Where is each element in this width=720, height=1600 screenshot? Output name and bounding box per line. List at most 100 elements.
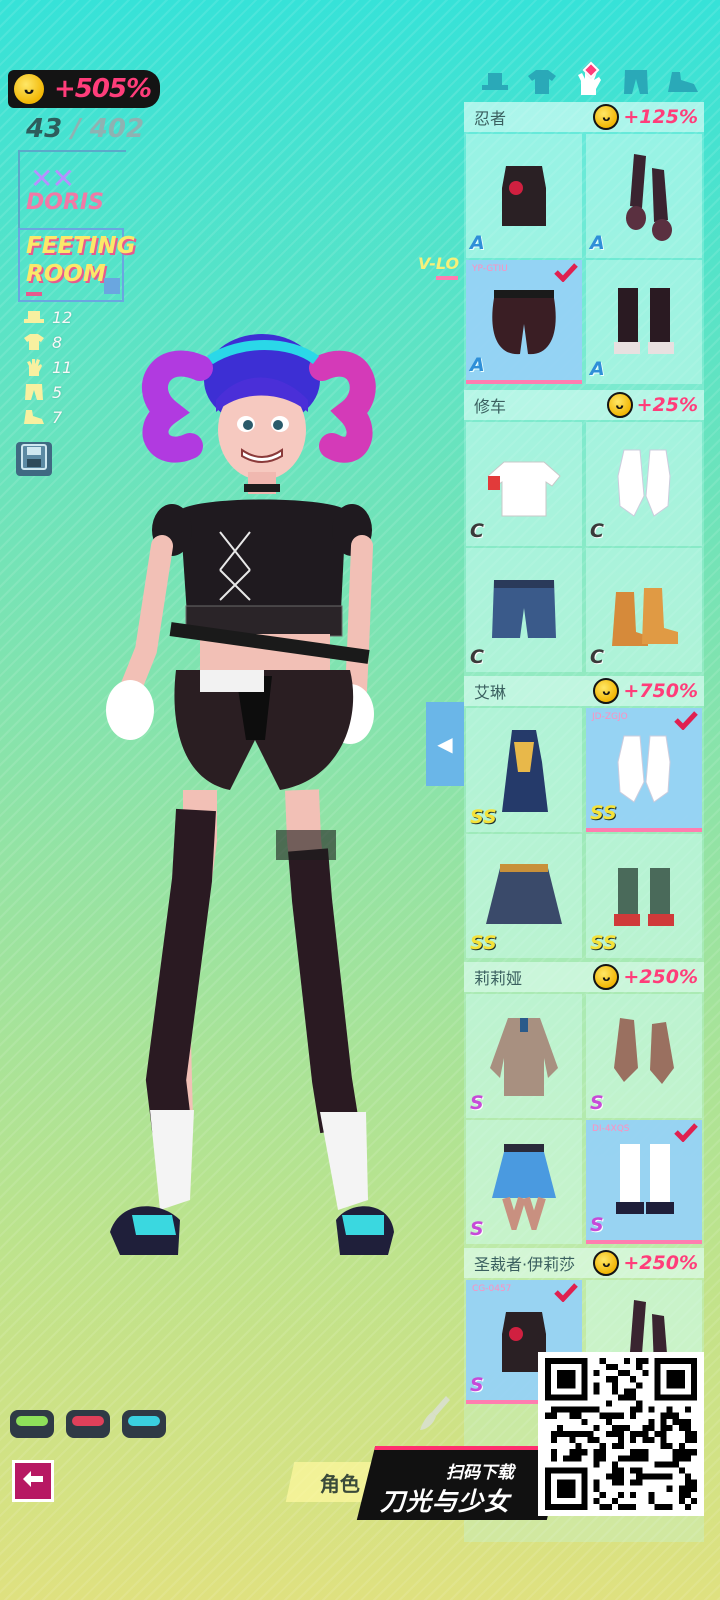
outfit-item[interactable]: YP-GTIU A [466,260,582,384]
coin-icon: ᴗ [593,1250,620,1276]
coin-icon: ᴗ [606,392,633,418]
brush-icon[interactable] [418,1394,454,1438]
outfit-item[interactable]: C [586,548,702,672]
rank-badge: A [470,354,485,376]
rank-badge: SS [590,802,617,824]
outfit-item[interactable]: C [466,548,582,672]
slot-tab-shirt[interactable] [525,68,559,100]
outfit-item-image [604,1134,684,1230]
divider [18,150,126,152]
counter-separator: / [62,114,90,144]
slot-tab-bar [478,68,700,102]
color-preset-cyan[interactable] [122,1410,166,1438]
brand-tag: V-LO [418,254,460,273]
set-header: 艾琳 ᴗ +750% [464,676,704,706]
shoe-icon [24,409,44,425]
room-bar [26,292,42,296]
outfit-item-image [484,436,564,532]
rank-badge: S [470,1092,484,1114]
coin-icon: ᴗ [593,678,620,704]
set-bonus: ᴗ +25% [606,392,698,418]
hat-icon [481,72,509,96]
rank-badge: A [590,232,605,254]
save-outfit-button[interactable] [16,442,52,476]
outfit-item[interactable]: SS [466,708,582,832]
floppy-disk-icon [21,444,47,474]
rank-badge: S [470,1374,484,1396]
outfit-item[interactable]: C [586,422,702,546]
color-preset-green[interactable] [10,1410,54,1438]
slot-tab-pants[interactable] [619,68,653,100]
set-bonus-value: +125% [623,106,698,128]
coin-icon: ᴗ [593,964,620,990]
rank-badge: S [470,1218,484,1240]
set-name: 修车 [474,397,507,416]
slot-tab-shoe[interactable] [666,68,700,100]
outfit-item[interactable]: S [586,994,702,1118]
shirt-icon [24,334,44,350]
outfit-item[interactable]: C [466,422,582,546]
rank-badge: SS [590,932,617,954]
download-banner-title: 刀光与少女 [380,1487,511,1516]
set-bonus-value: +750% [623,680,698,702]
outfit-item[interactable]: DI-4XQS S [586,1120,702,1244]
outfit-item-image [604,1008,684,1104]
outfit-item[interactable]: S [466,1120,582,1244]
equipped-check-icon [674,1122,698,1143]
coin-icon: ᴗ [12,72,46,106]
set-bonus-value: +250% [623,966,698,988]
outfit-item-image [484,1008,564,1104]
rank-badge: S [590,1092,604,1114]
rank-badge: A [470,232,485,254]
collection-counter: 43 / 402 [26,114,144,144]
total-bonus-value: +505% [54,74,152,104]
item-code: JD-ZGJO [592,712,628,722]
qr-code[interactable] [538,1352,704,1516]
outfit-item[interactable]: A [466,134,582,258]
hat-icon [24,309,44,325]
rank-badge: C [470,520,484,542]
set-bonus: ᴗ +750% [593,678,698,704]
glove-icon [24,359,44,376]
item-code: DI-4XQS [592,1124,630,1134]
back-button[interactable] [12,1460,54,1502]
outfit-item-image [484,274,564,370]
outfit-item[interactable]: SS [466,834,582,958]
outfit-item-image [604,562,684,658]
item-code: YP-GTIU [472,264,508,274]
rank-badge: S [590,1214,604,1236]
player-name: DORIS [26,190,104,215]
outfit-item-image [484,722,564,818]
collected-count: 43 [26,114,63,144]
set-name: 艾琳 [474,683,507,702]
outfit-item[interactable]: SS [586,834,702,958]
outfit-item[interactable]: JD-ZGJO SS [586,708,702,832]
set-bonus: ᴗ +250% [593,964,698,990]
outfit-item[interactable]: A [586,260,702,384]
collapse-panel-button[interactable]: ◀ [426,702,464,786]
pants-icon [624,70,648,98]
room-accent [104,278,120,294]
shirt-icon [528,70,556,98]
outfit-item[interactable]: S [466,994,582,1118]
room-title-line1: FEETING [26,233,136,259]
arrow-left-icon [21,1469,45,1493]
role-tab-label: 角色 [320,1471,360,1496]
outfit-item-image [484,148,564,244]
set-bonus: ᴗ +250% [593,1250,698,1276]
set-bonus: ᴗ +125% [593,104,698,130]
outfit-item[interactable]: A [586,134,702,258]
rank-badge: SS [470,806,497,828]
equipped-check-icon [554,1282,578,1303]
outfit-item-image [604,848,684,944]
item-code: CG-0457 [472,1284,512,1294]
coin-icon: ᴗ [593,104,620,130]
color-preset-red[interactable] [66,1410,110,1438]
character-model[interactable] [50,320,430,1280]
brand-tag-bar [436,276,458,280]
rank-badge: C [590,646,604,668]
rank-badge: A [590,358,605,380]
set-name: 莉莉娅 [474,969,523,988]
slot-tab-hat[interactable] [478,68,512,100]
slot-tab-glove[interactable] [572,68,606,100]
